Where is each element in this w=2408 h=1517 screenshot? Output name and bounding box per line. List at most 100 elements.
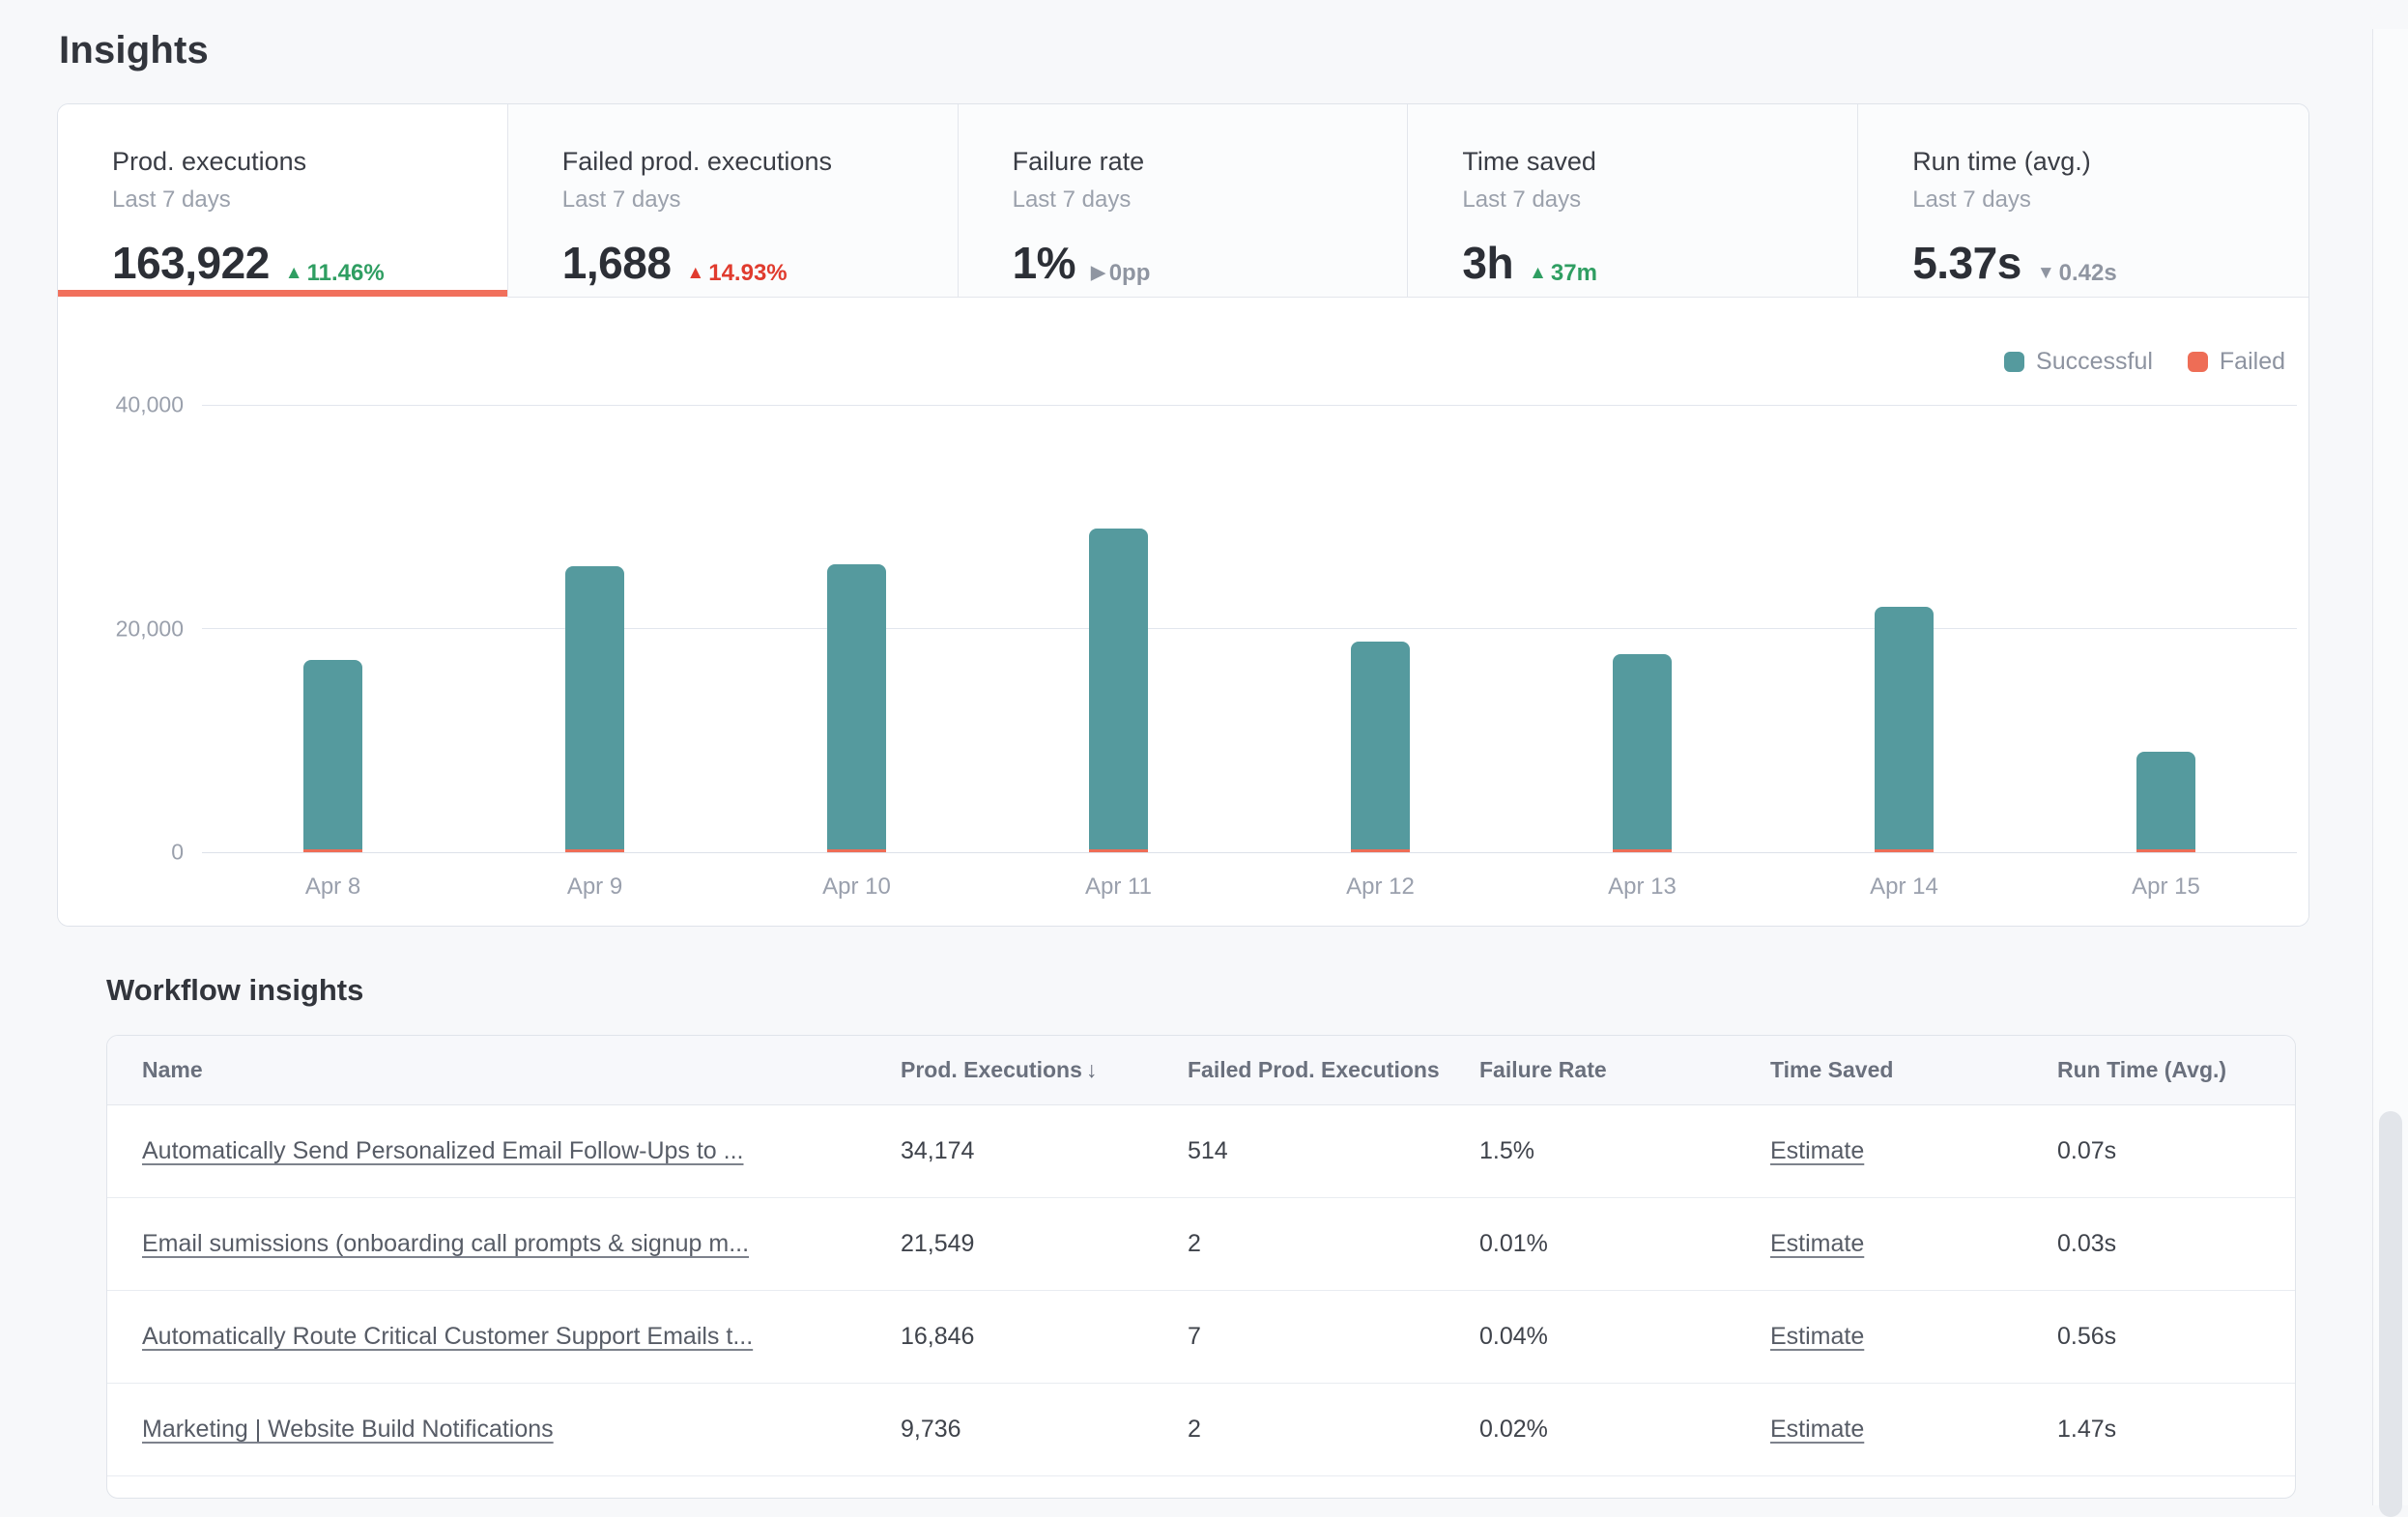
- metric-card-time-saved[interactable]: Time savedLast 7 days3h▲37m: [1408, 104, 1858, 298]
- bar-apr-11[interactable]: [1089, 529, 1148, 852]
- bar-slot: [1511, 405, 1773, 852]
- executions-chart: SuccessfulFailed 40,000 20,000 0 Apr 8Ap…: [58, 298, 2308, 926]
- page-scrollbar[interactable]: [2372, 29, 2408, 1505]
- workflow-name-link[interactable]: Automatically Send Personalized Email Fo…: [142, 1137, 744, 1164]
- legend-swatch-successful: [2004, 352, 2024, 372]
- metric-value: 1,688: [562, 237, 672, 289]
- workflow-name-link[interactable]: Marketing | Website Build Notifications: [142, 1416, 554, 1443]
- estimate-link[interactable]: Estimate: [1770, 1416, 1864, 1443]
- cell-value: 2: [1188, 1230, 1201, 1257]
- legend-item-failed[interactable]: Failed: [2188, 348, 2285, 376]
- cell-run-time-avg: 0.03s: [2057, 1230, 2295, 1258]
- bar-apr-8[interactable]: [303, 660, 362, 852]
- sort-descending-icon: ↓: [1086, 1057, 1098, 1083]
- table-row: Automatically Send Personalized Email Fo…: [107, 1105, 2295, 1198]
- metric-value: 163,922: [112, 237, 270, 289]
- metric-delta: ▶0pp: [1091, 260, 1150, 287]
- column-header-prod-executions[interactable]: Prod. Executions↓: [901, 1057, 1188, 1083]
- table-body: Automatically Send Personalized Email Fo…: [107, 1105, 2295, 1476]
- bar-segment-successful: [303, 660, 362, 849]
- y-axis-tick: 0: [58, 840, 184, 866]
- cell-failure-rate: 0.04%: [1479, 1323, 1770, 1351]
- bar-segment-failed: [2136, 849, 2195, 852]
- metric-value: 1%: [1013, 237, 1075, 289]
- metric-value: 5.37s: [1912, 237, 2021, 289]
- bar-segment-failed: [303, 849, 362, 852]
- x-axis-line: [202, 852, 2297, 853]
- cell-run-time-avg: 0.07s: [2057, 1137, 2295, 1165]
- bar-apr-12[interactable]: [1351, 642, 1410, 852]
- cell-time-saved: Estimate: [1770, 1230, 2057, 1258]
- metric-delta: ▼0.42s: [2037, 260, 2117, 287]
- metric-card-prod-executions[interactable]: Prod. executions Last 7 days 163,922 ▲11.46…: [58, 104, 508, 298]
- bar-apr-15[interactable]: [2136, 752, 2195, 852]
- bar-apr-13[interactable]: [1613, 654, 1672, 852]
- metric-card-failed-prod-executions[interactable]: Failed prod. executionsLast 7 days1,688▲…: [508, 104, 959, 298]
- metric-cards: Prod. executionsLast 7 days163,922▲11.46…: [58, 104, 2308, 298]
- cell-value: 0.02%: [1479, 1416, 1548, 1443]
- cell-value: 34,174: [901, 1137, 974, 1164]
- metric-value-row: 5.37s ▼0.42s: [1912, 237, 2308, 289]
- metric-value-row: 1,688 ▲14.93%: [562, 237, 958, 289]
- metric-label: Prod. executions: [112, 147, 507, 177]
- estimate-link[interactable]: Estimate: [1770, 1323, 1864, 1350]
- chart-legend: Successful Failed: [2004, 348, 2285, 376]
- cell-prod-executions: 16,846: [901, 1323, 1188, 1351]
- metric-period: Last 7 days: [1912, 186, 2308, 214]
- bar-apr-10[interactable]: [827, 564, 886, 852]
- legend-swatch-failed: [2188, 352, 2208, 372]
- column-header-name[interactable]: Name: [107, 1057, 901, 1083]
- workflow-name-link[interactable]: Email sumissions (onboarding call prompt…: [142, 1230, 749, 1257]
- cell-name: Automatically Route Critical Customer Su…: [107, 1323, 901, 1351]
- column-header-failed-prod-executions[interactable]: Failed Prod. Executions: [1188, 1057, 1479, 1083]
- x-axis-labels: Apr 8Apr 9Apr 10Apr 11Apr 12Apr 13Apr 14…: [202, 873, 2297, 901]
- cell-value: 2: [1188, 1416, 1201, 1443]
- column-header-label: Failed Prod. Executions: [1188, 1057, 1440, 1083]
- x-axis-label: Apr 8: [202, 873, 464, 901]
- estimate-link[interactable]: Estimate: [1770, 1230, 1864, 1257]
- cell-prod-executions: 21,549: [901, 1230, 1188, 1258]
- cell-name: Email sumissions (onboarding call prompt…: [107, 1230, 901, 1258]
- bar-slot: [1773, 405, 2035, 852]
- cell-failed-prod-executions: 514: [1188, 1137, 1479, 1165]
- metric-card-run-time-avg[interactable]: Run time (avg.)Last 7 days5.37s▼0.42s: [1858, 104, 2308, 298]
- metric-label: Failed prod. executions: [562, 147, 958, 177]
- workflow-name-link[interactable]: Automatically Route Critical Customer Su…: [142, 1323, 753, 1350]
- column-header-failure-rate[interactable]: Failure Rate: [1479, 1057, 1770, 1083]
- cell-value: 16,846: [901, 1323, 974, 1350]
- legend-label: Successful: [2036, 348, 2153, 376]
- delta-text: 0pp: [1109, 260, 1151, 287]
- bar-segment-successful: [565, 566, 624, 849]
- delta-text: 0.42s: [2059, 260, 2117, 287]
- column-header-run-time-avg[interactable]: Run Time (Avg.): [2057, 1057, 2295, 1083]
- cell-failure-rate: 0.02%: [1479, 1416, 1770, 1444]
- metric-value-row: 1% ▶0pp: [1013, 237, 1408, 289]
- cell-failed-prod-executions: 7: [1188, 1323, 1479, 1351]
- table-header-row: NameProd. Executions↓Failed Prod. Execut…: [107, 1036, 2295, 1105]
- delta-text: 37m: [1551, 260, 1597, 287]
- x-axis-label: Apr 9: [464, 873, 726, 901]
- column-header-time-saved[interactable]: Time Saved: [1770, 1057, 2057, 1083]
- metric-delta: ▲11.46%: [285, 260, 385, 287]
- x-axis-label: Apr 13: [1511, 873, 1773, 901]
- delta-text: 14.93%: [708, 260, 787, 287]
- metric-card-failure-rate[interactable]: Failure rateLast 7 days1%▶0pp: [959, 104, 1409, 298]
- table-row: Email sumissions (onboarding call prompt…: [107, 1198, 2295, 1291]
- estimate-link[interactable]: Estimate: [1770, 1137, 1864, 1164]
- bar-segment-successful: [2136, 752, 2195, 849]
- bar-apr-14[interactable]: [1875, 607, 1934, 852]
- cell-name: Marketing | Website Build Notifications: [107, 1416, 901, 1444]
- workflow-insights-heading: Workflow insights: [106, 973, 2408, 1008]
- metric-period: Last 7 days: [112, 186, 507, 214]
- legend-label: Failed: [2220, 348, 2285, 376]
- cell-run-time-avg: 1.47s: [2057, 1416, 2295, 1444]
- legend-item-successful[interactable]: Successful: [2004, 348, 2153, 376]
- delta-text: 11.46%: [307, 260, 385, 287]
- delta-up-icon: ▲: [686, 263, 704, 284]
- column-header-label: Prod. Executions: [901, 1057, 1082, 1083]
- scrollbar-thumb[interactable]: [2379, 1111, 2402, 1517]
- bar-plot-bars: [202, 405, 2297, 852]
- bar-apr-9[interactable]: [565, 566, 624, 852]
- cell-value: 514: [1188, 1137, 1228, 1164]
- cell-failed-prod-executions: 2: [1188, 1230, 1479, 1258]
